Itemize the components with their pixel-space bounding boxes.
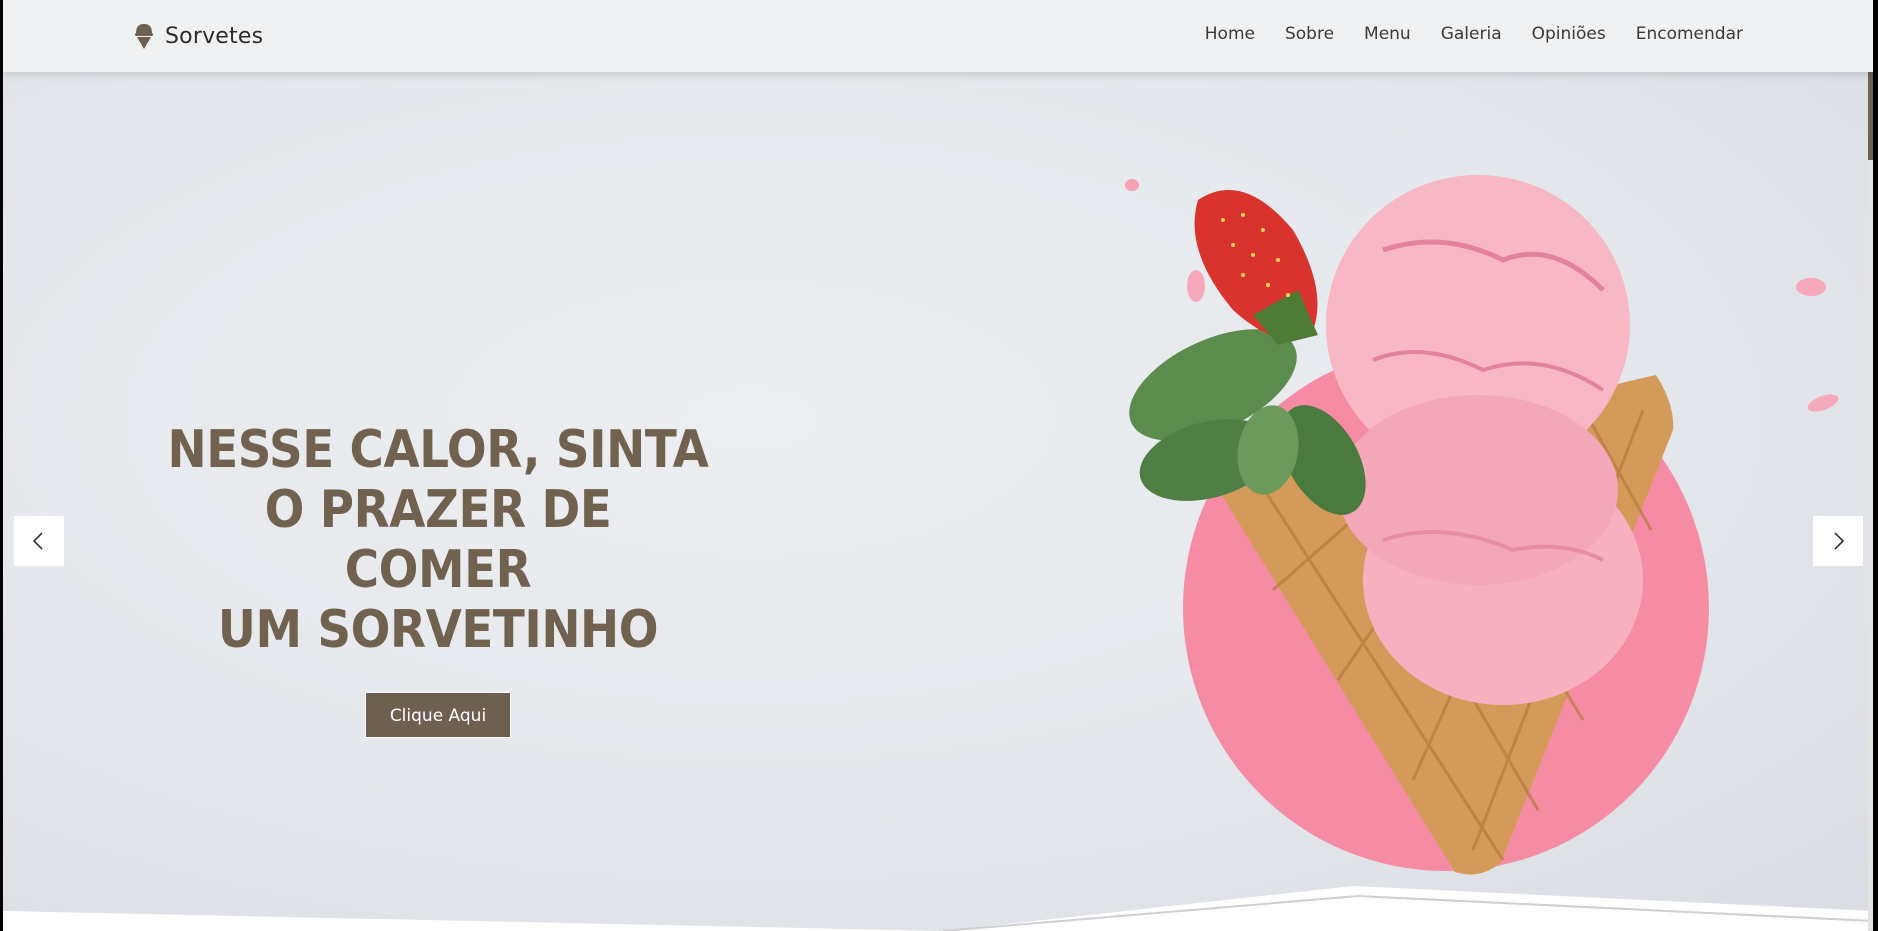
nav-item-menu[interactable]: Menu [1364,24,1411,44]
carousel-prev-button[interactable] [14,516,64,566]
brand-name: Sorvetes [165,23,264,49]
page: Sorvetes Home Sobre Menu Galeria Opiniõe… [3,0,1873,931]
chevron-right-icon [1834,532,1845,550]
hero-title: NESSE CALOR, SINTA O PRAZER DE COMER UM … [167,420,709,660]
navbar: Sorvetes Home Sobre Menu Galeria Opiniõe… [3,0,1873,72]
hero-text: NESSE CALOR, SINTA O PRAZER DE COMER UM … [133,420,743,738]
cta-button[interactable]: Clique Aqui [365,692,511,738]
nav-item-galeria[interactable]: Galeria [1441,24,1502,44]
bottom-wave-divider [3,886,1873,931]
chevron-left-icon [32,532,43,550]
carousel-next-button[interactable] [1813,516,1863,566]
nav-item-encomendar[interactable]: Encomendar [1636,24,1743,44]
nav-item-home[interactable]: Home [1205,24,1255,44]
nav-item-opinioes[interactable]: Opiniões [1532,24,1606,44]
nav-item-sobre[interactable]: Sobre [1285,24,1334,44]
ice-cream-cone-image [1125,175,1839,875]
ice-cream-icon [135,24,153,49]
main-nav: Home Sobre Menu Galeria Opiniões Encomen… [1205,24,1743,44]
brand-logo[interactable]: Sorvetes [133,22,263,50]
page-scrollbar[interactable] [1868,0,1873,931]
